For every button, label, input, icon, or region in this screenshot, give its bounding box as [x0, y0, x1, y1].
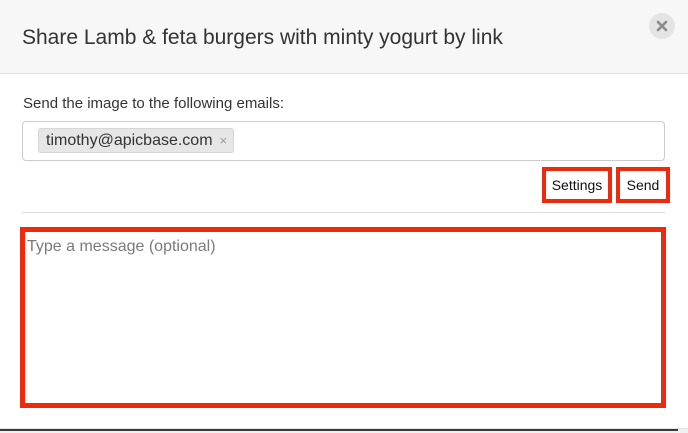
email-field-label: Send the image to the following emails: — [23, 95, 284, 112]
email-tag: timothy@apicbase.com × — [38, 128, 235, 153]
remove-email-icon[interactable]: × — [220, 134, 228, 147]
send-button[interactable]: Send — [616, 167, 670, 203]
share-dialog: Share Lamb & feta burgers with minty yog… — [0, 0, 688, 433]
email-recipients-input[interactable]: timothy@apicbase.com × — [22, 121, 665, 161]
dialog-header: Share Lamb & feta burgers with minty yog… — [0, 0, 688, 74]
dialog-bottom-edge — [0, 428, 688, 433]
divider — [22, 212, 665, 213]
settings-button[interactable]: Settings — [542, 167, 612, 203]
close-button[interactable] — [649, 13, 675, 39]
dialog-title: Share Lamb & feta burgers with minty yog… — [22, 26, 503, 49]
close-icon — [656, 20, 668, 32]
email-tag-text: timothy@apicbase.com — [46, 131, 213, 149]
message-textarea[interactable] — [20, 227, 666, 408]
